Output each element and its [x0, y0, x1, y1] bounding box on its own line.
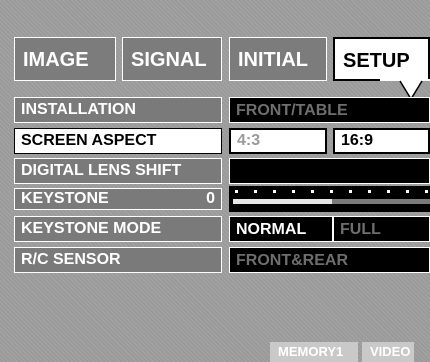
- digital-lens-shift-label-text: DIGITAL LENS SHIFT: [21, 162, 182, 179]
- keystone-mode-label-text: KEYSTONE MODE: [21, 220, 162, 237]
- slider-tick: [330, 190, 333, 193]
- top-bar: [0, 0, 430, 31]
- digital-lens-shift-label[interactable]: DIGITAL LENS SHIFT: [14, 158, 222, 184]
- slider-fill: [233, 199, 332, 204]
- slider-tick: [406, 190, 409, 193]
- rc-sensor-label[interactable]: R/C SENSOR: [14, 247, 222, 273]
- keystone-mode-full[interactable]: FULL: [333, 216, 430, 242]
- keystone-label-text: KEYSTONE: [21, 190, 109, 207]
- keystone-mode-normal[interactable]: NORMAL: [229, 216, 333, 242]
- aspect-option-16-9[interactable]: 16:9: [333, 128, 430, 154]
- slider-tick: [368, 190, 371, 193]
- screen-aspect-label-text: SCREEN ASPECT: [21, 132, 157, 149]
- keystone-label[interactable]: KEYSTONE 0: [14, 188, 222, 210]
- tab-initial[interactable]: INITIAL: [229, 37, 327, 81]
- slider-tick: [425, 190, 428, 193]
- installation-label-text: INSTALLATION: [21, 101, 136, 118]
- memory-indicator: MEMORY1: [270, 342, 358, 362]
- input-indicator: VIDEO: [362, 342, 414, 362]
- slider-tick: [292, 190, 295, 193]
- slider-tick: [349, 190, 352, 193]
- screen-aspect-label[interactable]: SCREEN ASPECT: [14, 128, 222, 154]
- aspect-option-4-3[interactable]: 4:3: [229, 128, 327, 154]
- installation-label[interactable]: INSTALLATION: [14, 97, 222, 123]
- tab-image[interactable]: IMAGE: [14, 37, 116, 81]
- digital-lens-shift-value[interactable]: [229, 158, 430, 184]
- slider-tick: [254, 190, 257, 193]
- rc-sensor-value[interactable]: FRONT&REAR: [229, 247, 430, 273]
- tab-setup[interactable]: SETUP: [333, 37, 430, 81]
- keystone-mode-label[interactable]: KEYSTONE MODE: [14, 216, 222, 242]
- slider-tick: [273, 190, 276, 193]
- rc-sensor-label-text: R/C SENSOR: [21, 251, 121, 268]
- slider-tick: [311, 190, 314, 193]
- installation-value[interactable]: FRONT/TABLE: [229, 97, 430, 123]
- tab-signal[interactable]: SIGNAL: [122, 37, 222, 81]
- keystone-slider[interactable]: [229, 186, 430, 212]
- slider-tick: [235, 190, 238, 193]
- slider-tick: [387, 190, 390, 193]
- keystone-value: 0: [206, 190, 215, 207]
- osd-menu-screen: IMAGE SIGNAL INITIAL SETUP INSTALLATION …: [0, 0, 430, 362]
